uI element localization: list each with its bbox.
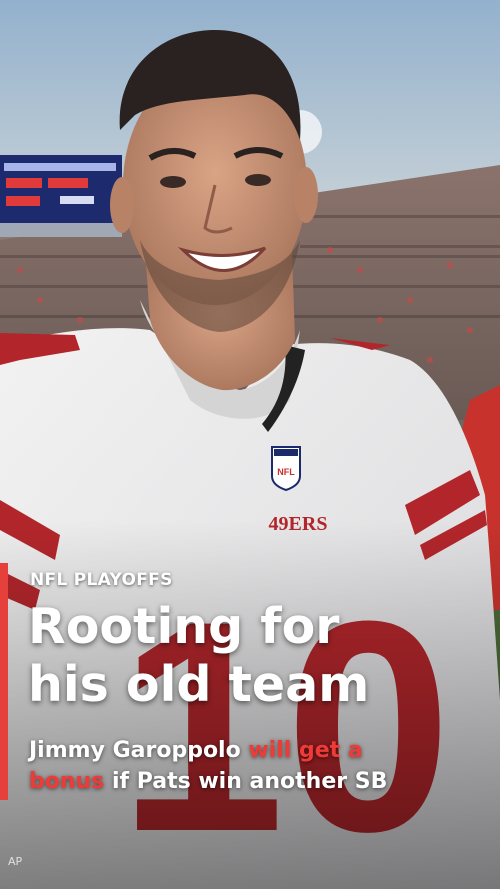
kicker-label: NFL PLAYOFFS xyxy=(30,570,173,590)
subheadline: Jimmy Garoppolo will get a bonus if Pats… xyxy=(29,735,489,797)
subheadline-part-2: if Pats win another SB xyxy=(104,769,388,794)
subheadline-highlight-2: bonus xyxy=(29,769,105,794)
accent-bar xyxy=(0,563,8,800)
story-card: NFL 49ERS 10 NFL PLAYOFFS xyxy=(0,0,500,889)
headline: Rooting for his old team xyxy=(28,598,488,714)
scoreboard xyxy=(0,155,122,237)
nfl-shield-icon: NFL xyxy=(271,446,301,492)
subheadline-highlight-1: will get a xyxy=(248,738,363,763)
subheadline-part-1: Jimmy Garoppolo xyxy=(29,738,249,763)
headline-line-1: Rooting for xyxy=(28,598,340,655)
headline-line-2: his old team xyxy=(28,656,370,713)
shield-text: NFL xyxy=(277,467,295,477)
photo-credit: AP xyxy=(8,855,23,868)
